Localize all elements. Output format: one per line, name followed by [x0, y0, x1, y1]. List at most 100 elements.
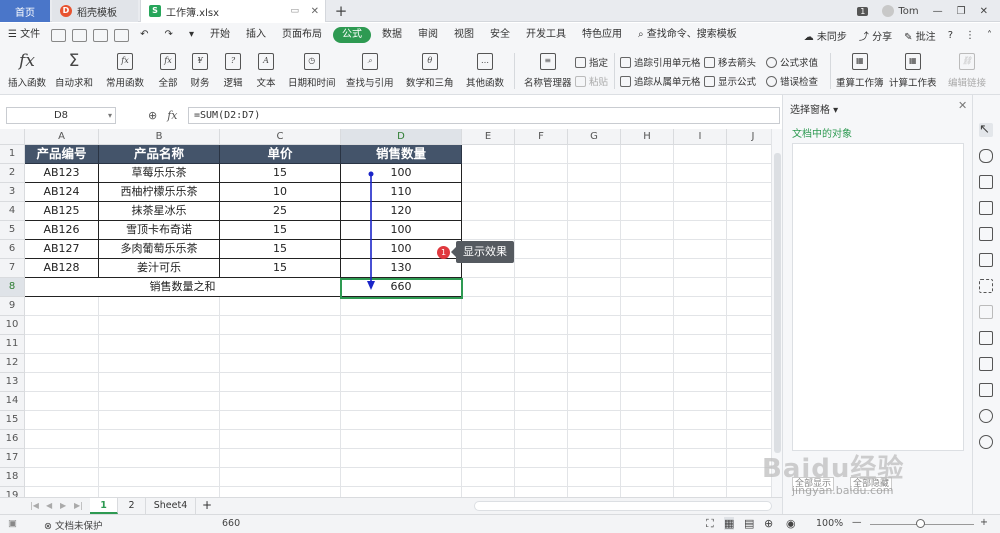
- empty-cell[interactable]: [674, 221, 727, 240]
- empty-cell[interactable]: [220, 430, 341, 449]
- table-header-cell[interactable]: 单价: [220, 145, 341, 164]
- empty-cell[interactable]: [621, 240, 674, 259]
- table-cell[interactable]: 西柚柠檬乐乐茶: [99, 183, 220, 202]
- properties-icon[interactable]: [979, 175, 993, 189]
- pane-title[interactable]: 选择窗格 ▾: [790, 101, 838, 116]
- empty-cell[interactable]: [674, 430, 727, 449]
- trace-precedents-button[interactable]: 追踪引用单元格: [620, 55, 701, 69]
- empty-cell[interactable]: [220, 373, 341, 392]
- empty-cell[interactable]: [568, 145, 621, 164]
- table-cell[interactable]: 抹茶星冰乐: [99, 202, 220, 221]
- empty-cell[interactable]: [462, 373, 515, 392]
- total-label-cell[interactable]: 销售数量之和: [25, 278, 341, 297]
- empty-cell[interactable]: [568, 411, 621, 430]
- empty-cell[interactable]: [568, 468, 621, 487]
- empty-cell[interactable]: [25, 392, 99, 411]
- empty-cell[interactable]: [99, 335, 220, 354]
- annotate-button[interactable]: ✎ 批注: [904, 28, 936, 43]
- empty-cell[interactable]: [515, 259, 568, 278]
- empty-cell[interactable]: [462, 221, 515, 240]
- tab-workbook[interactable]: S 工作簿.xlsx ▭ ✕: [140, 0, 326, 22]
- column-header[interactable]: H: [621, 129, 674, 145]
- empty-cell[interactable]: [515, 449, 568, 468]
- empty-cell[interactable]: [621, 335, 674, 354]
- file-menu[interactable]: ☰ 文件: [0, 23, 48, 47]
- empty-cell[interactable]: [99, 449, 220, 468]
- zoom-out-icon[interactable]: —: [852, 517, 862, 528]
- close-pane-icon[interactable]: ✕: [958, 99, 967, 112]
- convert-icon[interactable]: [979, 331, 993, 345]
- empty-cell[interactable]: [515, 392, 568, 411]
- empty-cell[interactable]: [674, 259, 727, 278]
- window-count-badge[interactable]: 1: [857, 6, 869, 16]
- empty-cell[interactable]: [341, 430, 462, 449]
- empty-cell[interactable]: [462, 183, 515, 202]
- user-account[interactable]: Tom: [882, 5, 919, 17]
- zoom-level[interactable]: 100%: [816, 518, 843, 529]
- insert-function-button[interactable]: fx 插入函数: [8, 49, 46, 89]
- empty-cell[interactable]: [621, 468, 674, 487]
- empty-cell[interactable]: [674, 278, 727, 297]
- column-header[interactable]: C: [220, 129, 341, 145]
- empty-cell[interactable]: [462, 487, 515, 497]
- close-window-icon[interactable]: ✕: [980, 6, 988, 17]
- menu-security[interactable]: 安全: [482, 23, 518, 47]
- table-cell[interactable]: AB124: [25, 183, 99, 202]
- empty-cell[interactable]: [462, 449, 515, 468]
- empty-cell[interactable]: [341, 316, 462, 335]
- empty-cell[interactable]: [220, 335, 341, 354]
- empty-cell[interactable]: [515, 354, 568, 373]
- empty-cell[interactable]: [621, 487, 674, 497]
- fullscreen-icon[interactable]: ⛶: [706, 517, 714, 531]
- empty-cell[interactable]: [621, 411, 674, 430]
- empty-cell[interactable]: [99, 297, 220, 316]
- empty-cell[interactable]: [621, 278, 674, 297]
- empty-cell[interactable]: [220, 411, 341, 430]
- table-cell[interactable]: 多肉葡萄乐乐茶: [99, 240, 220, 259]
- sheet-tab-1[interactable]: 1: [90, 498, 118, 514]
- empty-cell[interactable]: [621, 373, 674, 392]
- empty-cell[interactable]: [462, 468, 515, 487]
- empty-cell[interactable]: [462, 202, 515, 221]
- row-header[interactable]: 6: [0, 240, 25, 259]
- empty-cell[interactable]: [621, 221, 674, 240]
- table-cell[interactable]: AB127: [25, 240, 99, 259]
- column-header[interactable]: F: [515, 129, 568, 145]
- save-icon[interactable]: [51, 28, 67, 42]
- empty-cell[interactable]: [99, 373, 220, 392]
- empty-cell[interactable]: [99, 487, 220, 497]
- empty-cell[interactable]: [674, 297, 727, 316]
- next-sheet-icon[interactable]: ▶: [60, 498, 66, 514]
- table-cell[interactable]: 姜汁可乐: [99, 259, 220, 278]
- empty-cell[interactable]: [568, 221, 621, 240]
- row-header[interactable]: 14: [0, 392, 25, 411]
- table-cell[interactable]: 15: [220, 259, 341, 278]
- spreadsheet-grid[interactable]: A B C D E F G H I J 1 2 3 4 5 6 7 8 9 10 11 12 13 14 1…: [0, 129, 782, 497]
- tab-home[interactable]: 首页: [0, 0, 50, 22]
- empty-cell[interactable]: [341, 297, 462, 316]
- empty-cell[interactable]: [341, 449, 462, 468]
- logical-button[interactable]: ? 逻辑: [221, 49, 245, 89]
- row-header[interactable]: 15: [0, 411, 25, 430]
- empty-cell[interactable]: [674, 392, 727, 411]
- empty-cell[interactable]: [568, 335, 621, 354]
- empty-cell[interactable]: [25, 373, 99, 392]
- zoom-slider-thumb[interactable]: [916, 519, 925, 528]
- share-export-icon[interactable]: [979, 357, 993, 371]
- table-cell[interactable]: AB128: [25, 259, 99, 278]
- empty-cell[interactable]: [568, 373, 621, 392]
- empty-cell[interactable]: [341, 373, 462, 392]
- reading-mode-icon[interactable]: ⊕: [764, 517, 773, 530]
- empty-cell[interactable]: [341, 335, 462, 354]
- empty-cell[interactable]: [25, 487, 99, 497]
- empty-cell[interactable]: [568, 240, 621, 259]
- empty-cell[interactable]: [462, 411, 515, 430]
- name-manager-button[interactable]: ≡ 名称管理器: [524, 49, 572, 89]
- empty-cell[interactable]: [674, 411, 727, 430]
- empty-cell[interactable]: [515, 240, 568, 259]
- table-header-cell[interactable]: 产品名称: [99, 145, 220, 164]
- table-cell[interactable]: 120: [341, 202, 462, 221]
- image-icon[interactable]: [979, 383, 993, 397]
- name-box[interactable]: D8 ▾: [6, 107, 116, 124]
- row-header[interactable]: 4: [0, 202, 25, 221]
